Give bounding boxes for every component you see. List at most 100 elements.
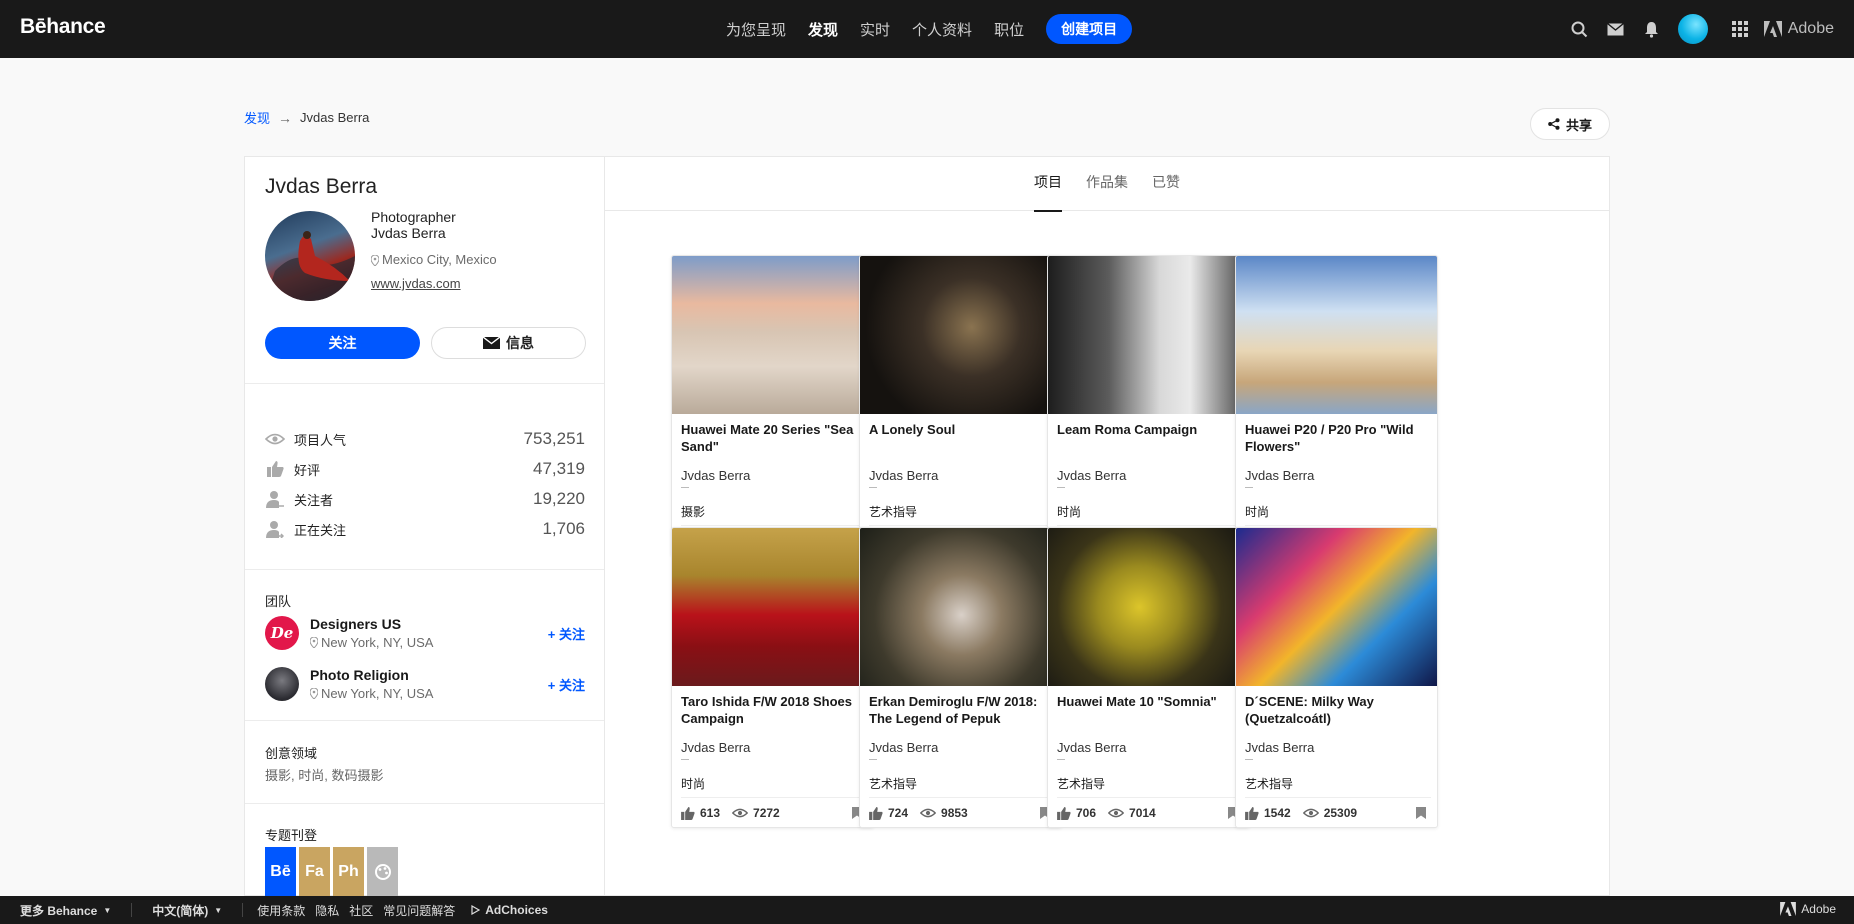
project-title[interactable]: Huawei Mate 20 Series "Sea Sand" [681, 421, 867, 455]
team-name[interactable]: Photo Religion [310, 667, 548, 683]
project-title[interactable]: Leam Roma Campaign [1057, 421, 1243, 438]
project-owner[interactable]: Jvdas Berra [1245, 740, 1314, 755]
bell-icon[interactable] [1634, 0, 1670, 58]
footer-terms-link[interactable]: 使用条款 [257, 902, 305, 919]
footer-community-link[interactable]: 社区 [349, 902, 373, 919]
project-thumbnail[interactable] [860, 256, 1061, 414]
project-card[interactable]: Taro Ishida F/W 2018 Shoes Campaign Jvdas… [671, 527, 874, 828]
divider [1245, 759, 1253, 760]
team-row: Photo Religion New York, NY, USA + 关注 [265, 666, 585, 702]
breadcrumb-discover-link[interactable]: 发现 [244, 108, 270, 127]
profile-avatar[interactable] [265, 211, 355, 301]
badge-palette[interactable] [367, 847, 398, 897]
adobe-link[interactable]: Adobe [1763, 20, 1834, 38]
profile-website-link[interactable]: www.jvdas.com [371, 276, 461, 292]
project-title[interactable]: Erkan Demiroglu F/W 2018: The Legend of … [869, 693, 1055, 727]
divider [245, 803, 604, 804]
stat-following: 正在关注 1,706 [265, 519, 585, 539]
project-card[interactable]: A Lonely SoulJvdas Berra艺术指导73914764 [859, 255, 1062, 556]
project-owner[interactable]: Jvdas Berra [869, 468, 938, 483]
stat-appreciations-views: 项目人气 753,251 [265, 429, 585, 449]
project-thumbnail[interactable] [1236, 528, 1437, 686]
team-logo-photo-religion[interactable] [265, 667, 299, 701]
stat-value: 753,251 [523, 429, 585, 448]
project-thumbnail[interactable] [672, 528, 873, 686]
project-field[interactable]: 艺术指导 [1245, 775, 1293, 792]
follow-button[interactable]: 关注 [265, 327, 420, 359]
project-title[interactable]: A Lonely Soul [869, 421, 1055, 438]
project-title[interactable]: Huawei Mate 10 "Somnia" [1057, 693, 1243, 710]
tab-appreciations[interactable]: 已赞 [1152, 157, 1180, 211]
project-owner[interactable]: Jvdas Berra [681, 740, 750, 755]
team-follow-button[interactable]: + 关注 [548, 624, 585, 643]
search-icon[interactable] [1562, 0, 1598, 58]
tab-moodboards[interactable]: 作品集 [1086, 157, 1128, 211]
team-follow-button[interactable]: + 关注 [548, 675, 585, 694]
nav-for-you[interactable]: 为您呈现 [726, 19, 786, 40]
tab-projects[interactable]: 项目 [1034, 157, 1062, 212]
location-pin-icon [310, 688, 318, 699]
project-card[interactable]: Huawei Mate 20 Series "Sea Sand" Jvdas Be… [671, 255, 874, 556]
footer-more-behance[interactable]: 更多 Behance ▼ [20, 902, 111, 919]
stat-value: 1,706 [542, 519, 585, 538]
mail-icon [483, 337, 500, 349]
user-avatar[interactable] [1677, 14, 1708, 44]
project-stats: 724 9853 [869, 804, 1055, 822]
project-title[interactable]: D´SCENE: Milky Way (Quetzalcoátl) [1245, 693, 1431, 727]
caret-down-icon: ▼ [103, 905, 112, 915]
divider [869, 487, 877, 488]
breadcrumb-current: Jvdas Berra [300, 110, 370, 125]
project-title[interactable]: Huawei P20 / P20 Pro "Wild Flowers" [1245, 421, 1431, 455]
nav-profile[interactable]: 个人资料 [912, 19, 972, 40]
project-thumbnail[interactable] [672, 256, 873, 414]
project-title[interactable]: Taro Ishida F/W 2018 Shoes Campaign [681, 693, 867, 727]
project-thumbnail[interactable] [1048, 528, 1249, 686]
behance-logo[interactable]: Bēhance [20, 15, 106, 39]
project-field[interactable]: 时尚 [1245, 503, 1269, 520]
footer-adchoices-link[interactable]: AdChoices [471, 903, 548, 917]
project-thumbnail[interactable] [860, 528, 1061, 686]
message-button[interactable]: 信息 [431, 327, 586, 359]
project-thumbnail[interactable] [1048, 256, 1249, 414]
team-name[interactable]: Designers US [310, 616, 548, 632]
project-owner[interactable]: Jvdas Berra [681, 468, 750, 483]
project-likes: 706 [1076, 806, 1097, 820]
nav-jobs[interactable]: 职位 [994, 19, 1024, 40]
project-field[interactable]: 艺术指导 [869, 775, 917, 792]
apps-grid-icon[interactable] [1722, 0, 1758, 58]
mail-icon[interactable] [1598, 0, 1634, 58]
share-button[interactable]: 共享 [1530, 108, 1610, 140]
teams-title: 团队 [265, 594, 292, 609]
creative-fields-value: 摄影, 时尚, 数码摄影 [265, 768, 384, 783]
project-card[interactable]: D´SCENE: Milky Way (Quetzalcoátl) Jvdas B… [1235, 527, 1438, 828]
team-logo-designers-us[interactable]: De [265, 616, 299, 650]
project-owner[interactable]: Jvdas Berra [869, 740, 938, 755]
project-card[interactable]: Leam Roma CampaignJvdas Berra时尚3275438 [1047, 255, 1250, 556]
footer-language-select[interactable]: 中文(简体) ▼ [152, 902, 222, 919]
footer-faq-link[interactable]: 常见问题解答 [383, 902, 455, 919]
eye-icon [1302, 808, 1319, 818]
project-card[interactable]: Huawei Mate 10 "Somnia" Jvdas Berra 艺术指导 70… [1047, 527, 1250, 828]
project-field[interactable]: 摄影 [681, 503, 705, 520]
footer-adchoices-label: AdChoices [485, 903, 548, 917]
project-field[interactable]: 艺术指导 [869, 503, 917, 520]
feature-badges: Bē Fa Ph [265, 847, 401, 897]
nav-live[interactable]: 实时 [860, 19, 890, 40]
bookmark-icon[interactable] [1416, 807, 1426, 819]
create-project-button[interactable]: 创建项目 [1046, 14, 1133, 44]
project-owner[interactable]: Jvdas Berra [1057, 468, 1126, 483]
project-field[interactable]: 时尚 [681, 775, 705, 792]
badge-photography[interactable]: Ph [333, 847, 364, 897]
project-owner[interactable]: Jvdas Berra [1057, 740, 1126, 755]
project-owner[interactable]: Jvdas Berra [1245, 468, 1314, 483]
project-field[interactable]: 时尚 [1057, 503, 1081, 520]
badge-behance[interactable]: Bē [265, 847, 296, 897]
project-card[interactable]: Huawei P20 / P20 Pro "Wild Flowers" Jvdas… [1235, 255, 1438, 556]
project-field[interactable]: 艺术指导 [1057, 775, 1105, 792]
badge-fashion[interactable]: Fa [299, 847, 330, 897]
footer-adobe-link[interactable]: Adobe [1780, 902, 1836, 916]
footer-privacy-link[interactable]: 隐私 [315, 902, 339, 919]
project-thumbnail[interactable] [1236, 256, 1437, 414]
project-card[interactable]: Erkan Demiroglu F/W 2018: The Legend of … [859, 527, 1062, 828]
nav-discover[interactable]: 发现 [808, 19, 838, 40]
